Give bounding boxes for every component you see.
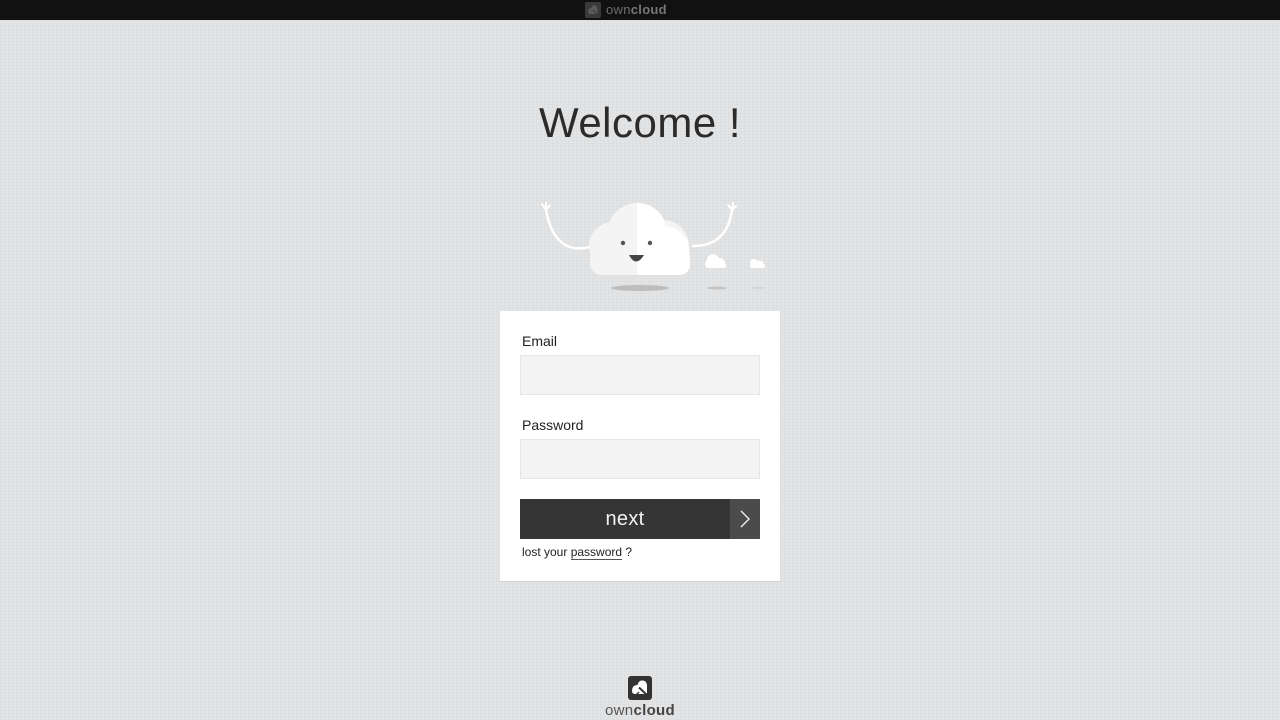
topbar-brand-text: owncloud: [606, 2, 667, 18]
mascot-right-eye: [647, 240, 653, 246]
password-field[interactable]: [520, 439, 760, 479]
next-button-label: next: [605, 508, 645, 530]
mascot-left-arm: [544, 208, 595, 250]
footer-brand-text: owncloud: [600, 702, 680, 720]
footer-brand[interactable]: owncloud: [600, 676, 680, 720]
lost-password-text: lost your password ?: [522, 545, 633, 560]
lost-password-prefix: lost your: [522, 545, 568, 559]
next-arrow-box[interactable]: [730, 499, 760, 539]
mascot-right-arm: [691, 208, 734, 248]
brand-text-own: own: [606, 2, 631, 17]
happy-cloud-mascot-icon: [541, 202, 765, 291]
login-card: Email Password next lost your password ?: [500, 311, 780, 581]
mascot-left-hand: [541, 202, 551, 211]
email-label: Email: [522, 333, 558, 349]
lost-password-link[interactable]: password: [570, 545, 623, 560]
password-label: Password: [522, 417, 584, 433]
chevron-right-icon: [740, 510, 750, 528]
footer-brand-own: own: [605, 702, 634, 719]
welcome-title: Welcome !: [538, 99, 742, 146]
top-bar: owncloud: [0, 0, 1280, 20]
owncloud-logo-icon: [585, 2, 601, 18]
mascot-left-eye: [620, 240, 626, 246]
mascot-cloud-body: [589, 202, 690, 275]
owncloud-logo-icon: [628, 676, 652, 700]
mascot-shadow: [611, 285, 669, 291]
brand-text-cloud: cloud: [630, 2, 667, 17]
footer-brand-cloud: cloud: [633, 702, 675, 719]
mascot-right-hand: [727, 202, 737, 211]
topbar-brand[interactable]: owncloud: [585, 2, 667, 18]
lost-password-suffix: ?: [625, 545, 633, 559]
email-field[interactable]: [520, 355, 760, 395]
next-button[interactable]: next: [520, 499, 760, 539]
small-cloud-2: [750, 259, 765, 289]
small-cloud-1: [705, 254, 727, 290]
